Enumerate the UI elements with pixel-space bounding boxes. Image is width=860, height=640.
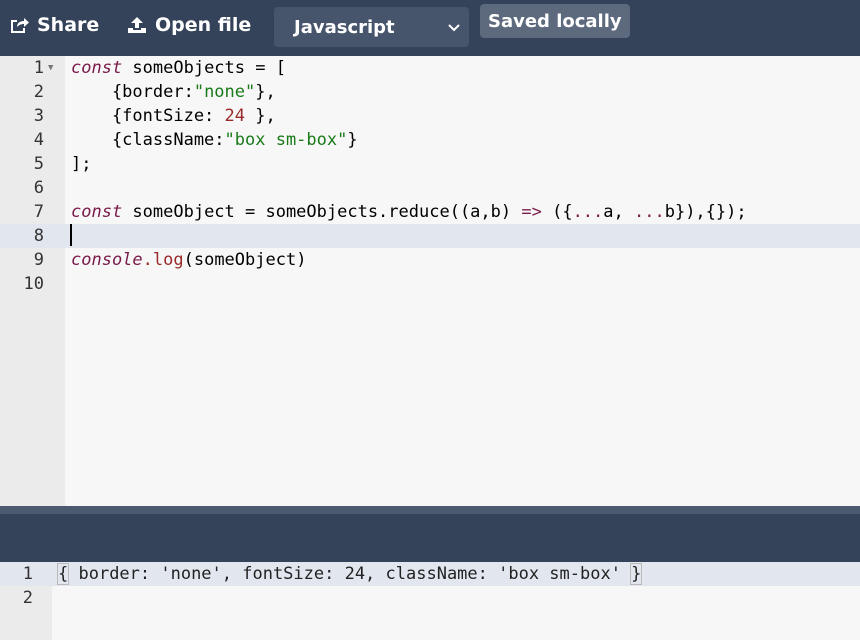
panel-divider[interactable]: [0, 506, 860, 562]
output-line: 2: [0, 586, 860, 610]
text-cursor: [70, 224, 72, 246]
code-token: ({: [541, 202, 573, 222]
code-text: console.log(someObject): [71, 248, 306, 272]
line-number: 8: [33, 226, 44, 246]
code-token: someObject = someObjects.reduce((a,b): [122, 202, 522, 222]
output-panel: 1 { border: 'none', fontSize: 24, classN…: [0, 562, 860, 640]
code-line[interactable]: 4 {className:"box sm-box"}: [0, 128, 860, 152]
code-line[interactable]: 3 {fontSize: 24 },: [0, 104, 860, 128]
share-icon: [11, 18, 29, 33]
code-editor[interactable]: 1 ▼ const someObjects = [ 2 {border:"non…: [0, 56, 860, 506]
code-token: {border:: [71, 82, 194, 102]
line-number: 10: [23, 274, 44, 294]
line-number: 2: [33, 82, 44, 102]
code-token: someObjects = [: [122, 58, 286, 78]
code-text: {border:"none"},: [71, 80, 276, 104]
saved-status-badge: Saved locally: [480, 4, 630, 38]
code-text: const someObject = someObjects.reduce((a…: [71, 200, 747, 224]
upload-icon: [128, 17, 146, 33]
code-line[interactable]: 1 ▼ const someObjects = [: [0, 56, 860, 80]
code-text: ];: [71, 152, 91, 176]
line-number: 1: [22, 564, 33, 584]
line-number: 3: [33, 106, 44, 126]
line-number: 9: [33, 250, 44, 270]
open-file-label: Open file: [155, 14, 252, 36]
line-number: 1: [33, 58, 44, 78]
code-token: a,: [603, 202, 634, 222]
code-token: }: [347, 130, 358, 150]
output-value: border: 'none', fontSize: 24, className:…: [68, 564, 632, 584]
code-text: {fontSize: 24 },: [71, 104, 276, 128]
code-line-active[interactable]: 8: [0, 224, 860, 248]
keyword: const: [71, 202, 123, 222]
code-line[interactable]: 9 console.log(someObject): [0, 248, 860, 272]
line-number: 2: [22, 588, 33, 608]
code-token: },: [245, 106, 276, 126]
code-token: },: [255, 82, 276, 102]
arrow-operator: =>: [521, 202, 542, 222]
spread-operator: ...: [572, 202, 604, 222]
output-text: { border: 'none', fontSize: 24, classNam…: [56, 562, 643, 586]
code-text: const someObjects = [: [71, 56, 286, 80]
toolbar: Share Open file Javascript Saved locally: [0, 0, 860, 56]
chevron-down-icon: [448, 24, 460, 32]
keyword: const: [71, 58, 123, 78]
number-literal: 24: [224, 106, 246, 126]
code-line[interactable]: 7 const someObject = someObjects.reduce(…: [0, 200, 860, 224]
share-label: Share: [37, 14, 100, 36]
string-literal: "none": [193, 82, 256, 102]
spread-operator: ...: [634, 202, 665, 222]
code-line[interactable]: 6: [0, 176, 860, 200]
brace-open: {: [56, 563, 70, 585]
line-number: 6: [33, 178, 44, 198]
code-text: {className:"box sm-box"}: [71, 128, 358, 152]
line-number: 5: [33, 154, 44, 174]
open-file-button[interactable]: Open file: [127, 0, 251, 50]
saved-status-label: Saved locally: [488, 10, 622, 32]
code-line[interactable]: 10: [0, 272, 860, 296]
code-token: (someObject): [183, 250, 307, 270]
output-line: 1 { border: 'none', fontSize: 24, classN…: [0, 562, 860, 586]
method-name: .log: [142, 250, 184, 270]
language-value: Javascript: [294, 16, 395, 38]
language-select[interactable]: Javascript: [274, 7, 469, 47]
divider-handle[interactable]: [0, 506, 860, 514]
brace-close: }: [630, 563, 643, 585]
string-literal: "box sm-box": [224, 130, 348, 150]
code-token: b}),{});: [664, 202, 747, 222]
share-button[interactable]: Share: [9, 0, 99, 50]
code-token: ];: [71, 154, 92, 174]
code-token: {className:: [71, 130, 225, 150]
code-line[interactable]: 5 ];: [0, 152, 860, 176]
code-token: {fontSize:: [71, 106, 225, 126]
fold-arrow-icon[interactable]: ▼: [48, 56, 53, 80]
line-number: 4: [33, 130, 44, 150]
keyword: console: [71, 250, 143, 270]
line-number: 7: [33, 202, 44, 222]
code-line[interactable]: 2 {border:"none"},: [0, 80, 860, 104]
